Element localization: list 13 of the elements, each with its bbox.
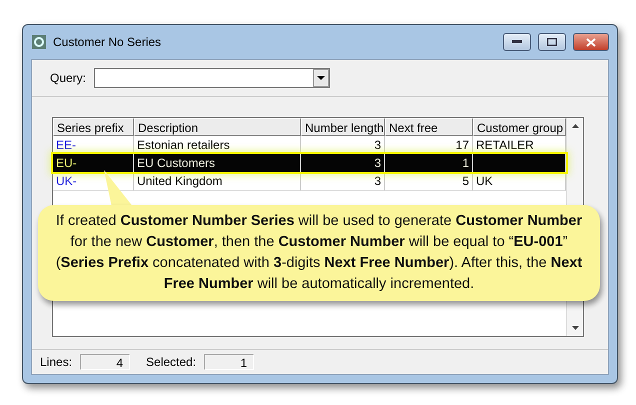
callout-text: If created Customer Number Series will be used to generate Customer Number for the new Customer, then the Customer Number will be equal to “EU-001” (Series Prefix concatenated with 3-digits Next Free Number). After this, the Next Free Number will be automatically incremented. — [54, 212, 584, 294]
status-value: 1 — [204, 354, 254, 370]
status-label: Selected: — [146, 355, 196, 369]
table-cell: 5 — [385, 172, 473, 191]
query-label: Query: — [50, 71, 86, 85]
status-label: Lines: — [40, 355, 72, 369]
window-title: Customer No Series — [53, 35, 162, 49]
table-cell: 3 — [301, 154, 385, 173]
table-cell: EU Customers — [134, 154, 301, 173]
table-cell: 1 — [385, 154, 473, 173]
table-cell: 3 — [301, 172, 385, 191]
status-value: 4 — [80, 354, 130, 370]
table-cell: United Kingdom — [134, 172, 301, 191]
